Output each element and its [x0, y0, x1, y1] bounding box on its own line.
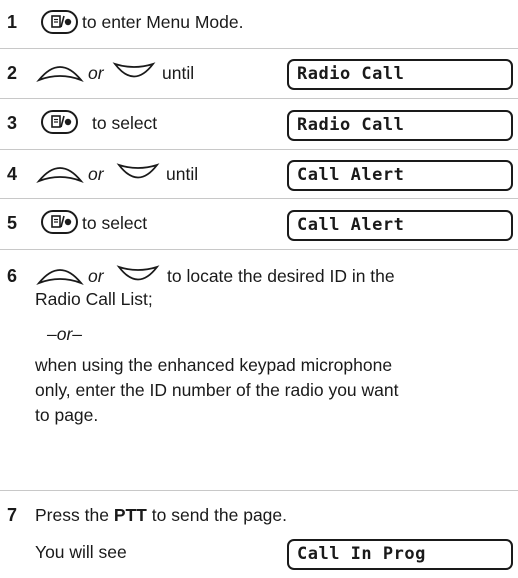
- step-4: 4 or until Call Alert: [0, 150, 518, 198]
- step-number: 7: [7, 505, 18, 525]
- step-number: 6: [7, 266, 18, 286]
- ptt-label: PTT: [113, 505, 147, 525]
- display-screen: Call Alert: [287, 160, 513, 191]
- or-text: or: [88, 164, 104, 184]
- menu-select-button-icon: [41, 210, 78, 234]
- display-screen: Call In Prog: [287, 539, 513, 570]
- step-5: 5 to select Call Alert: [0, 199, 518, 248]
- alternative-instruction: when using the enhanced keypad microphon…: [35, 353, 513, 428]
- step-3: 3 to select Radio Call: [0, 99, 518, 148]
- step-number: 5: [7, 213, 18, 233]
- display-screen: Radio Call: [287, 110, 513, 141]
- step-text: to enter Menu Mode.: [82, 12, 244, 32]
- press-text: Press the: [35, 505, 109, 525]
- scroll-up-arrow-icon: [36, 167, 84, 184]
- step-6: 6 or to locate the desired ID in the Rad…: [0, 250, 518, 425]
- alternative-separator: –or–: [47, 324, 83, 344]
- display-screen: Radio Call: [287, 59, 513, 90]
- scroll-down-arrow-icon: [116, 265, 160, 281]
- until-text: until: [166, 164, 199, 184]
- step-number: 3: [7, 113, 18, 133]
- paragraph-line: to page.: [35, 405, 99, 425]
- paragraph-line: when using the enhanced keypad microphon…: [35, 355, 393, 375]
- step-text: Press the PTT to send the page.: [35, 505, 287, 526]
- step-number: 2: [7, 63, 18, 83]
- send-text: to send the page.: [151, 505, 287, 525]
- paragraph-line: only, enter the ID number of the radio y…: [35, 380, 399, 400]
- step-text: to locate the desired ID in the: [167, 266, 395, 286]
- or-text: or: [88, 266, 104, 286]
- scroll-down-arrow-icon: [112, 62, 156, 78]
- step-7: 7 Press the PTT to send the page. You wi…: [0, 491, 518, 578]
- display-screen: Call Alert: [287, 210, 513, 241]
- step-number: 4: [7, 164, 18, 184]
- scroll-up-arrow-icon: [36, 269, 84, 286]
- you-will-see-text: You will see: [35, 542, 127, 562]
- step-number: 1: [7, 12, 18, 32]
- step-2: 2 or until Radio Call: [0, 49, 518, 98]
- scroll-up-arrow-icon: [36, 66, 84, 83]
- or-text: or: [88, 63, 104, 83]
- step-text: to select: [92, 113, 158, 133]
- step-1: 1 to enter Menu Mode.: [0, 0, 518, 48]
- until-text: until: [162, 63, 195, 83]
- menu-select-button-icon: [41, 10, 78, 34]
- menu-select-button-icon: [41, 110, 78, 134]
- step-text: to select: [82, 213, 148, 233]
- step-text-continued: Radio Call List;: [35, 289, 153, 309]
- scroll-down-arrow-icon: [116, 163, 160, 179]
